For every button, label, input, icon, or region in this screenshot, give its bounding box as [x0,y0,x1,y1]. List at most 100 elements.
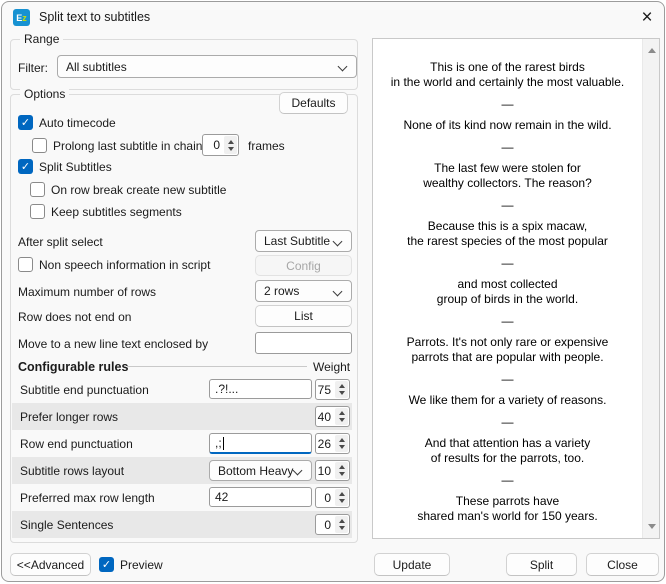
non-speech-label: Non speech information in script [39,258,210,272]
row-end-punctuation-value: ,; [215,436,222,450]
arrow-up-icon[interactable] [339,438,345,442]
weight-header: Weight [313,360,350,374]
stepper-arrows[interactable] [335,381,348,398]
rule-row-single-sentences: Single Sentences [12,511,352,538]
scroll-down-icon[interactable] [648,524,656,529]
on-row-break-label: On row break create new subtitle [51,183,226,197]
app-icon: Ez [13,9,30,26]
max-rows-value: 2 rows [264,284,299,298]
prefer-longer-rows-weight[interactable]: 40 [315,406,350,427]
prolong-suffix-label: frames [248,139,285,153]
chevron-down-icon [293,466,303,476]
arrow-down-icon[interactable] [339,472,345,476]
defaults-button[interactable]: Defaults [279,92,348,114]
arrow-down-icon[interactable] [339,418,345,422]
scroll-up-icon[interactable] [648,48,656,53]
subtitle-rows-layout-dropdown[interactable]: Bottom Heavy [209,460,312,481]
stepper-arrows[interactable] [335,516,348,533]
single-sentences-weight[interactable]: 0 [315,514,350,535]
preview-text: This is one of the rarest birds in the w… [373,39,642,538]
text-caret [223,437,224,450]
weight-value: 10 [316,461,334,480]
chevron-down-icon [333,237,343,247]
arrow-up-icon[interactable] [339,519,345,523]
arrow-down-icon[interactable] [339,391,345,395]
split-subtitles-label: Split Subtitles [39,160,112,174]
config-button: Config [255,255,352,276]
subtitle-separator: — [373,258,642,268]
auto-timecode-label: Auto timecode [39,116,116,130]
rule-row-prefer-longer-rows: Prefer longer rows [12,403,352,430]
stepper-arrows[interactable] [335,435,348,452]
arrow-up-icon[interactable] [228,140,234,144]
weight-value: 0 [316,515,334,534]
arrow-down-icon[interactable] [339,526,345,530]
stepper-arrows[interactable] [335,489,348,506]
after-split-dropdown[interactable]: Last Subtitle [255,230,352,252]
on-row-break-checkbox[interactable] [30,182,45,197]
subtitle-end-punctuation-input[interactable]: .?!... [209,379,312,399]
subtitle-separator: — [373,316,642,326]
keep-segments-checkbox[interactable] [30,204,45,219]
prolong-frames-value: 0 [203,135,223,155]
arrow-up-icon[interactable] [339,492,345,496]
preview-panel: This is one of the rarest birds in the w… [372,38,660,539]
filter-dropdown[interactable]: All subtitles [57,55,357,78]
split-button[interactable]: Split [506,553,577,576]
preferred-max-row-length-weight[interactable]: 0 [315,487,350,508]
arrow-up-icon[interactable] [339,384,345,388]
preferred-max-row-length-value: 42 [215,490,228,504]
prolong-frames-stepper[interactable]: 0 [202,134,239,156]
arrow-down-icon[interactable] [339,445,345,449]
split-text-dialog: Ez Split text to subtitles × Range Filte… [1,1,665,582]
row-end-punctuation-input[interactable]: ,; [209,433,312,454]
subtitle-block: The last few were stolen for wealthy col… [385,161,630,191]
rule-label: Subtitle rows layout [20,464,124,478]
prolong-checkbox[interactable] [32,138,47,153]
arrow-down-icon[interactable] [228,147,234,151]
weight-value: 40 [316,407,334,426]
subtitle-block: And that attention has a variety of resu… [385,436,630,466]
stepper-arrows[interactable] [335,462,348,479]
subtitle-block: These parrots have shared man's world fo… [385,494,630,524]
subtitle-rows-layout-value: Bottom Heavy [218,464,293,478]
checkmark-icon: ✓ [21,116,30,129]
auto-timecode-checkbox[interactable]: ✓ [18,115,33,130]
max-rows-dropdown[interactable]: 2 rows [255,280,352,302]
stepper-arrows[interactable] [224,136,237,154]
after-split-value: Last Subtitle [264,234,330,248]
move-line-input[interactable] [255,332,352,354]
subtitle-block: Parrots. It's not only rare or expensive… [385,335,630,365]
rules-header-divider [127,366,307,367]
keep-segments-label: Keep subtitles segments [51,205,182,219]
split-subtitles-checkbox[interactable]: ✓ [18,159,33,174]
close-icon[interactable]: × [635,7,659,29]
stepper-arrows[interactable] [335,408,348,425]
preferred-max-row-length-input[interactable]: 42 [209,487,312,507]
arrow-up-icon[interactable] [339,465,345,469]
move-line-label: Move to a new line text enclosed by [18,337,208,351]
after-split-label: After split select [18,235,103,249]
row-end-punctuation-weight[interactable]: 26 [315,433,350,454]
chevron-down-icon [333,287,343,297]
rule-label: Subtitle end punctuation [20,383,149,397]
subtitle-end-punctuation-weight[interactable]: 75 [315,379,350,400]
subtitle-block: This is one of the rarest birds in the w… [385,60,630,90]
subtitle-separator: — [373,417,642,427]
arrow-up-icon[interactable] [339,411,345,415]
arrow-down-icon[interactable] [339,499,345,503]
advanced-button[interactable]: <<Advanced [10,553,91,576]
checkmark-icon: ✓ [21,160,30,173]
subtitle-rows-layout-weight[interactable]: 10 [315,460,350,481]
non-speech-checkbox[interactable] [18,257,33,272]
update-button[interactable]: Update [374,553,450,576]
subtitle-separator: — [373,142,642,152]
row-not-end-label: Row does not end on [18,310,131,324]
preview-scrollbar[interactable] [642,39,659,538]
filter-label: Filter: [18,61,48,75]
list-button[interactable]: List [255,305,352,327]
weight-value: 0 [316,488,334,507]
close-button[interactable]: Close [586,553,659,576]
title-bar[interactable]: Ez Split text to subtitles × [2,2,664,32]
preview-checkbox[interactable]: ✓ [99,557,114,572]
